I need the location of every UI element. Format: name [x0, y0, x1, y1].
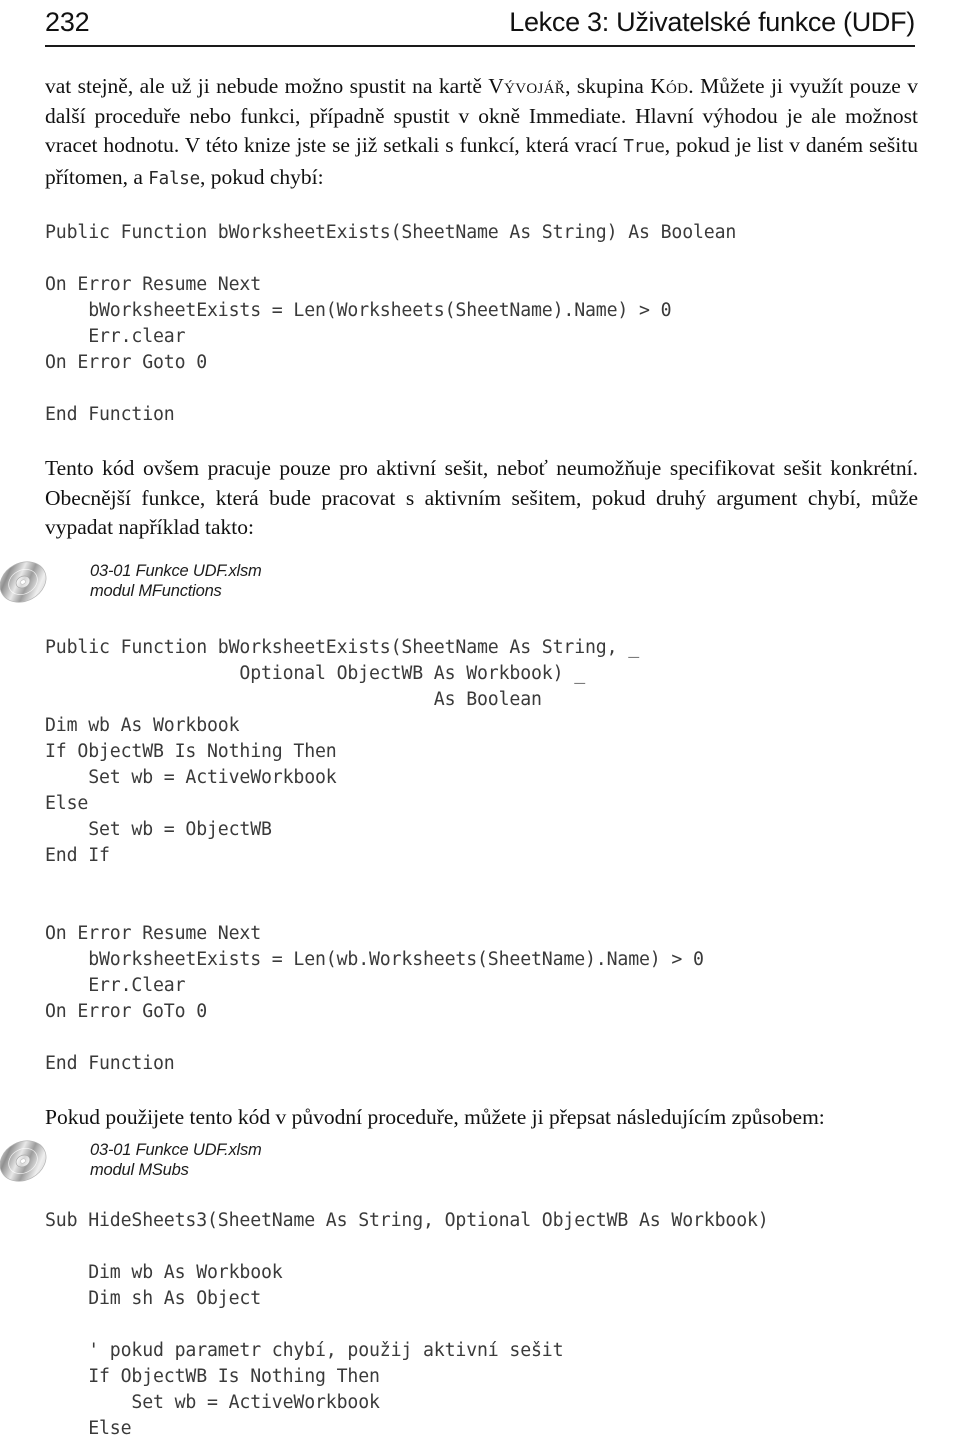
- smallcaps-vyvojar: Vývojář: [488, 74, 566, 98]
- paragraph-after-first-code: Tento kód ovšem pracuje pouze pro aktivn…: [45, 456, 918, 539]
- smallcaps-kod: Kód: [650, 74, 689, 98]
- code-block-bworksheetexists-simple: Public Function bWorksheetExists(SheetNa…: [45, 222, 737, 425]
- header-rule-divider: [45, 45, 915, 47]
- intro-text-part-5: , pokud chybí:: [199, 164, 324, 189]
- cd-disc-icon: [0, 559, 49, 605]
- media-note-filename: 03-01 Funkce UDF.xlsm: [90, 561, 262, 580]
- inline-code-false: False: [148, 168, 200, 189]
- cd-disc-icon: [0, 1138, 49, 1184]
- media-note-filename: 03-01 Funkce UDF.xlsm: [90, 1141, 262, 1159]
- media-note-module: modul MSubs: [90, 1161, 189, 1179]
- media-note-module: modul MFunctions: [90, 581, 222, 600]
- page-header: 232 Lekce 3: Uživatelské funkce (UDF): [45, 6, 915, 46]
- code-block-hidesheets3: Sub HideSheets3(SheetName As String, Opt…: [45, 1210, 769, 1439]
- media-note-text: 03-01 Funkce UDF.xlsm modul MSubs: [90, 1140, 262, 1180]
- page-content: vat stejně, ale už ji nebude možno spust…: [0, 72, 918, 1442]
- code-block-bworksheetexists-optional: Public Function bWorksheetExists(SheetNa…: [45, 636, 639, 866]
- media-note-mfunctions: 03-01 Funkce UDF.xlsm modul MFunctions: [0, 560, 918, 605]
- paragraph-intro: vat stejně, ale už ji nebude možno spust…: [45, 72, 918, 194]
- media-note-msubs: 03-01 Funkce UDF.xlsm modul MSubs: [0, 1140, 918, 1184]
- page-number: 232: [45, 7, 90, 37]
- code-block-bworksheetexists-optional-tail: On Error Resume Next bWorksheetExists = …: [45, 922, 704, 1074]
- intro-text-part-2: , skupina: [565, 74, 651, 98]
- paragraph-after-second-code: Pokud použijete tento kód v původní proc…: [45, 1104, 825, 1129]
- intro-text-part-1: vat stejně, ale už ji nebude možno spust…: [45, 74, 489, 98]
- media-note-text: 03-01 Funkce UDF.xlsm modul MFunctions: [90, 561, 262, 601]
- running-title: Lekce 3: Uživatelské funkce (UDF): [509, 7, 915, 37]
- inline-code-true: True: [623, 137, 665, 157]
